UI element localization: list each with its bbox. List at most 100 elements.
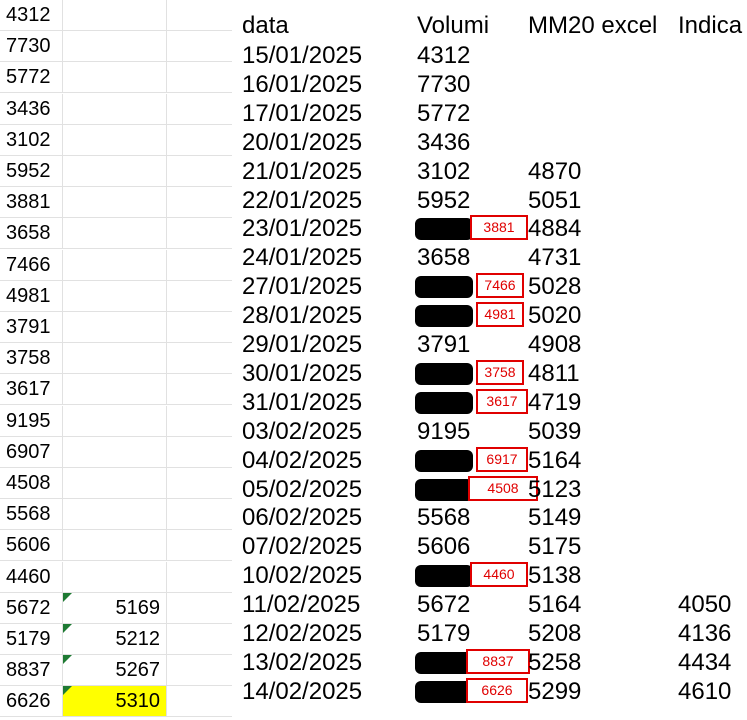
grid-row[interactable]: 4312 [0,0,234,31]
grid-cell-b[interactable] [63,280,167,312]
grid-cell-a[interactable]: 3658 [0,218,63,250]
grid-cell-b[interactable] [63,93,167,125]
grid-cell-b[interactable] [63,312,167,343]
grid-cell-a[interactable]: 3881 [0,187,63,219]
grid-row[interactable]: 4460 [0,561,234,593]
grid-cell-a[interactable]: 4460 [0,561,63,593]
grid-cell-c[interactable] [167,280,234,312]
table-row: 28/01/2025 4981 5020 [232,301,747,330]
grid-cell-a[interactable]: 5179 [0,624,63,655]
grid-cell-c[interactable] [167,249,234,281]
grid-cell-a[interactable]: 4508 [0,468,63,499]
grid-cell-c[interactable] [167,499,234,531]
grid-cell-c[interactable] [167,530,234,562]
grid-cell-b[interactable] [63,499,167,531]
grid-row[interactable]: 3881 [0,187,234,219]
grid-cell-c[interactable] [167,218,234,250]
grid-row[interactable]: 4508 [0,468,234,499]
grid-row[interactable]: 7466 [0,249,234,281]
grid-cell-b[interactable]: 5169 [63,592,167,624]
grid-row[interactable]: 5672 5169 [0,592,234,624]
grid-cell-b[interactable] [63,124,167,156]
header-volumi: Volumi [417,12,490,39]
grid-cell-a[interactable]: 3617 [0,374,63,406]
grid-cell-a[interactable]: 5672 [0,592,63,624]
grid-cell-c[interactable] [167,374,234,406]
grid-cell-c[interactable] [167,436,234,468]
grid-row[interactable]: 3436 [0,93,234,125]
grid-cell-b[interactable] [63,436,167,468]
grid-cell-b[interactable] [63,31,167,63]
grid-cell-b[interactable] [63,62,167,94]
grid-cell-b[interactable] [63,561,167,593]
grid-row[interactable]: 3658 [0,218,234,250]
grid-cell-a[interactable]: 5568 [0,499,63,531]
grid-row[interactable]: 5606 [0,530,234,562]
grid-cell-a[interactable]: 5606 [0,530,63,562]
cell-mm20: 5123 [528,475,582,503]
grid-row[interactable]: 3791 [0,312,234,343]
grid-cell-b[interactable] [63,156,167,187]
grid-cell-a[interactable]: 6626 [0,686,63,718]
grid-cell-c[interactable] [167,405,234,437]
grid-cell-b[interactable]: 5267 [63,655,167,687]
grid-cell-a[interactable]: 7730 [0,31,63,63]
grid-cell-b[interactable] [63,0,167,31]
grid-row[interactable]: 6626 5310 [0,686,234,718]
grid-cell-a[interactable]: 3791 [0,312,63,343]
grid-cell-a[interactable]: 5772 [0,62,63,94]
grid-cell-a[interactable]: 9195 [0,405,63,437]
grid-cell-c[interactable] [167,0,234,31]
grid-cell-a[interactable]: 5952 [0,156,63,187]
grid-cell-c[interactable] [167,312,234,343]
grid-row[interactable]: 7730 [0,31,234,63]
grid-row[interactable]: 5568 [0,499,234,531]
correction-box: 7466 [476,273,524,299]
grid-cell-c[interactable] [167,124,234,156]
grid-cell-c[interactable] [167,468,234,499]
grid-cell-c[interactable] [167,561,234,593]
grid-cell-b[interactable] [63,530,167,562]
grid-cell-a[interactable]: 3102 [0,124,63,156]
grid-cell-a[interactable]: 7466 [0,249,63,281]
grid-row[interactable]: 3617 [0,374,234,406]
grid-cell-b[interactable]: 5310 [63,686,167,718]
grid-cell-b[interactable] [63,405,167,437]
grid-row[interactable]: 3102 [0,124,234,156]
grid-cell-a[interactable]: 8837 [0,655,63,687]
grid-cell-b[interactable]: 5212 [63,624,167,655]
grid-cell-b[interactable] [63,468,167,499]
grid-cell-c[interactable] [167,156,234,187]
grid-cell-a[interactable]: 4981 [0,280,63,312]
redaction-mark [415,362,473,385]
grid-cell-a[interactable]: 3758 [0,343,63,375]
cell-volumi: 7730 [417,70,471,98]
cell-volumi: 3791 [417,331,471,358]
grid-row[interactable]: 4981 [0,280,234,312]
grid-cell-c[interactable] [167,93,234,125]
grid-row[interactable]: 8837 5267 [0,655,234,687]
grid-cell-a[interactable]: 6907 [0,436,63,468]
grid-row[interactable]: 5772 [0,62,234,94]
grid-cell-c[interactable] [167,31,234,63]
grid-cell-c[interactable] [167,592,234,624]
grid-row[interactable]: 5179 5212 [0,624,234,655]
grid-cell-c[interactable] [167,187,234,219]
grid-row[interactable]: 3758 [0,343,234,375]
grid-cell-b[interactable] [63,249,167,281]
grid-cell-c[interactable] [167,655,234,687]
grid-cell-c[interactable] [167,62,234,94]
grid-cell-a[interactable]: 4312 [0,0,63,31]
grid-cell-c[interactable] [167,343,234,375]
grid-row[interactable]: 9195 [0,405,234,437]
grid-cell-b[interactable] [63,187,167,219]
grid-cell-a[interactable]: 3436 [0,93,63,125]
grid-cell-c[interactable] [167,686,234,718]
grid-cell-b[interactable] [63,343,167,375]
table-row: 13/02/2025 8837 5258 4434 [232,648,747,677]
grid-cell-b[interactable] [63,374,167,406]
grid-row[interactable]: 5952 [0,156,234,187]
grid-cell-c[interactable] [167,624,234,655]
grid-cell-b[interactable] [63,218,167,250]
grid-row[interactable]: 6907 [0,436,234,468]
